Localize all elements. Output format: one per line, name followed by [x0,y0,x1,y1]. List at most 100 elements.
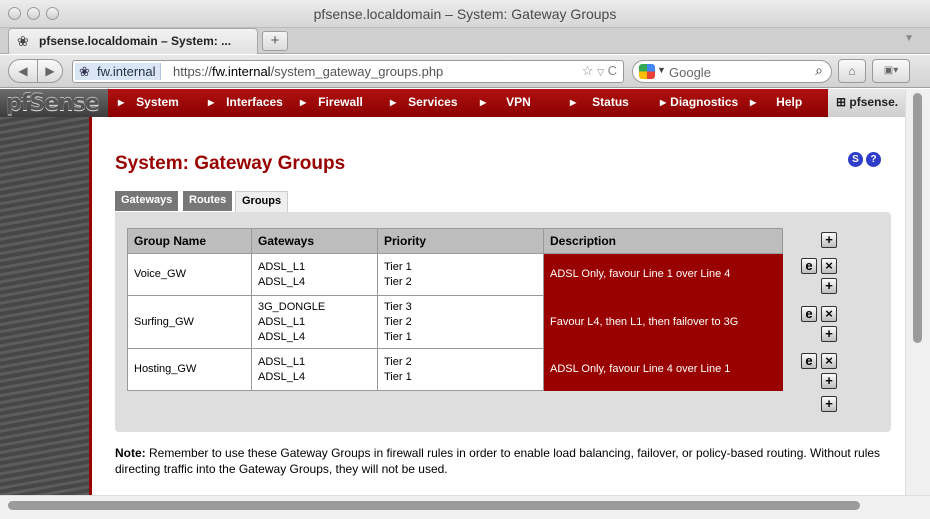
search-bar[interactable]: ▼ Google ⌕ [632,60,832,83]
header-gateways: Gateways [251,228,378,254]
logo-text: Sense [29,91,99,116]
menu-help[interactable]: ▶ Help [750,95,802,109]
tab-gateways[interactable]: Gateways [115,191,179,211]
history-dropdown-icon[interactable]: ▽ [597,67,604,77]
vertical-scroll-thumb[interactable] [913,93,922,343]
forward-button[interactable]: ▶ [37,59,63,83]
tab-routes[interactable]: Routes [183,191,233,211]
menu-label: Interfaces [226,95,283,109]
cell-gateways: ADSL_L1 ADSL_L4 [251,253,378,296]
delete-group-button[interactable]: × [821,258,837,274]
url-actions: ☆ ▽ C [582,63,617,79]
main-content: System: Gateway Groups S? Gateways Route… [95,117,905,495]
delete-group-button[interactable]: × [821,306,837,322]
menu-vpn[interactable]: ▶ VPN [480,95,531,109]
url-text[interactable]: https://fw.internal/system_gateway_group… [173,64,443,79]
table-row[interactable]: Hosting_GW ADSL_L1 ADSL_L4 Tier 2 Tier 1 A… [127,348,783,391]
logo-prefix: pf [6,91,30,116]
vertical-scrollbar[interactable] [905,89,930,495]
google-engine-icon[interactable] [639,64,655,79]
menu-services[interactable]: ▶ Services [390,95,458,109]
edit-group-button[interactable]: e [801,306,817,322]
cell-group-name: Voice_GW [127,253,252,296]
menu-label: Status [592,95,629,109]
extensions-menu-icon[interactable]: ▣▾ [872,59,910,83]
priority-entry: Tier 3 [384,300,412,313]
window-titlebar: pfsense.localdomain – System: Gateway Gr… [0,0,930,28]
bookmark-star-icon[interactable]: ☆ [582,63,594,78]
table-header-row: Group Name Gateways Priority Description [127,228,783,254]
window-title: pfsense.localdomain – System: Gateway Gr… [313,6,617,22]
groups-panel: Group Name Gateways Priority Description… [115,212,891,432]
menu-interfaces[interactable]: ▶ Interfaces [208,95,283,109]
pfsense-logo[interactable]: pfSense [6,91,100,116]
header-group-name: Group Name [127,228,252,254]
hostname-label: ⊞ pfsense. [836,95,898,109]
gateway-entry: ADSL_L4 [258,275,306,288]
note-text: Remember to use these Gateway Groups in … [115,446,881,476]
table-row[interactable]: Voice_GW ADSL_L1 ADSL_L4 Tier 1 Tier 2 ADS… [127,253,783,296]
site-identity-button[interactable]: ❀ fw.internal [75,63,161,80]
help-icon[interactable]: ? [866,152,881,167]
cell-priority: Tier 3 Tier 2 Tier 1 [377,295,544,349]
menu-status[interactable]: ▶ Status [570,95,629,109]
gateway-entry: ADSL_L1 [258,355,306,368]
gateway-entry: ADSL_L4 [258,370,306,383]
url-scheme: https:// [173,64,213,79]
tab-list-chevron-icon[interactable]: ▼ [904,33,914,44]
back-button[interactable]: ◀ [8,59,38,83]
page-title: System: Gateway Groups [115,153,346,174]
clone-group-button[interactable]: + [821,326,837,342]
clone-group-button[interactable]: + [821,373,837,389]
menu-system[interactable]: ▶ System [118,95,179,109]
address-bar[interactable]: ❀ fw.internal https://fw.internal/system… [72,60,624,83]
search-icon[interactable]: ⌕ [815,62,823,79]
menu-label: System [136,95,179,109]
status-shortcut-icon[interactable]: S [848,152,863,167]
browser-tab[interactable]: ❀ pfsense.localdomain – System: ... [8,28,258,54]
menu-diagnostics[interactable]: ▶ Diagnostics [660,95,738,109]
url-host: fw.internal [212,64,271,79]
clone-group-button[interactable]: + [821,278,837,294]
horizontal-scrollbar[interactable] [0,495,930,519]
edit-group-button[interactable]: e [801,258,817,274]
priority-entry: Tier 1 [384,330,412,343]
priority-entry: Tier 1 [384,370,412,383]
menu-label: Help [776,95,803,109]
hostname-text: pfsense. [849,95,899,109]
header-priority: Priority [377,228,544,254]
menu-label: VPN [506,95,531,109]
gateway-groups-table: Group Name Gateways Priority Description… [127,228,783,391]
cell-group-name: Surfing_GW [127,295,252,349]
pfsense-favicon-icon: ❀ [17,33,29,49]
priority-entry: Tier 2 [384,275,412,288]
url-path: /system_gateway_groups.php [270,64,444,79]
tab-groups[interactable]: Groups [235,191,289,213]
gateway-groups-note: Note: Remember to use these Gateway Grou… [115,445,885,477]
cell-description: ADSL Only, favour Line 1 over Line 4 [543,253,783,296]
horizontal-scroll-thumb[interactable] [8,501,860,510]
delete-group-button[interactable]: × [821,353,837,369]
cell-description: Favour L4, then L1, then failover to 3G [543,295,783,349]
priority-entry: Tier 2 [384,355,412,368]
site-identity-label: fw.internal [97,64,156,79]
new-tab-button[interactable]: + [262,31,288,51]
left-decorative-panel [0,117,92,495]
cell-gateways: 3G_DONGLE ADSL_L1 ADSL_L4 [251,295,378,349]
engine-dropdown-icon[interactable]: ▼ [657,65,666,75]
edit-group-button[interactable]: e [801,353,817,369]
home-button[interactable]: ⌂ [838,59,866,83]
priority-entry: Tier 2 [384,315,412,328]
note-label: Note: [115,446,146,460]
hostname-box: ⊞ pfsense. [828,89,905,117]
menu-label: Services [408,95,458,109]
cell-gateways: ADSL_L1 ADSL_L4 [251,348,378,391]
help-icons: S? [848,151,884,167]
reload-icon[interactable]: C [608,63,617,78]
add-group-button[interactable]: + [821,396,837,412]
header-description: Description [543,228,783,254]
browser-tab-title: pfsense.localdomain – System: ... [39,34,232,48]
menu-firewall[interactable]: ▶ Firewall [300,95,363,109]
add-group-button[interactable]: + [821,232,837,248]
table-row[interactable]: Surfing_GW 3G_DONGLE ADSL_L1 ADSL_L4 Tier … [127,295,783,349]
